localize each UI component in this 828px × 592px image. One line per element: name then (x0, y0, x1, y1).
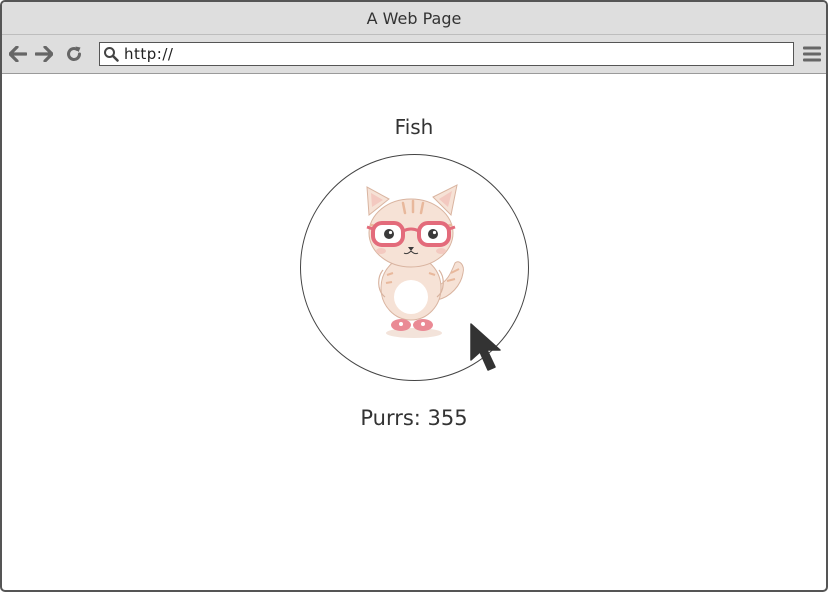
page-content: Fish Purrs: 355 (2, 74, 826, 588)
browser-toolbar: http:// (2, 35, 826, 74)
cat-name: Fish (394, 115, 434, 139)
window-title: A Web Page (366, 8, 462, 28)
purr-counter: Purrs: 355 (360, 406, 468, 430)
arrow-left-icon (9, 46, 27, 62)
address-url: http:// (124, 45, 174, 63)
title-bar: A Web Page (2, 2, 826, 35)
address-bar[interactable]: http:// (99, 42, 794, 66)
menu-button[interactable] (802, 45, 822, 63)
hamburger-menu-icon (803, 46, 821, 62)
search-icon (100, 43, 122, 65)
reload-button[interactable] (64, 44, 84, 64)
back-button[interactable] (8, 44, 28, 64)
arrow-right-icon (35, 46, 53, 62)
browser-window: A Web Page http:// Fish Purrs: 355 (0, 0, 828, 592)
forward-button[interactable] (34, 44, 54, 64)
reload-icon (67, 46, 81, 61)
mouse-pointer-icon (470, 323, 501, 371)
